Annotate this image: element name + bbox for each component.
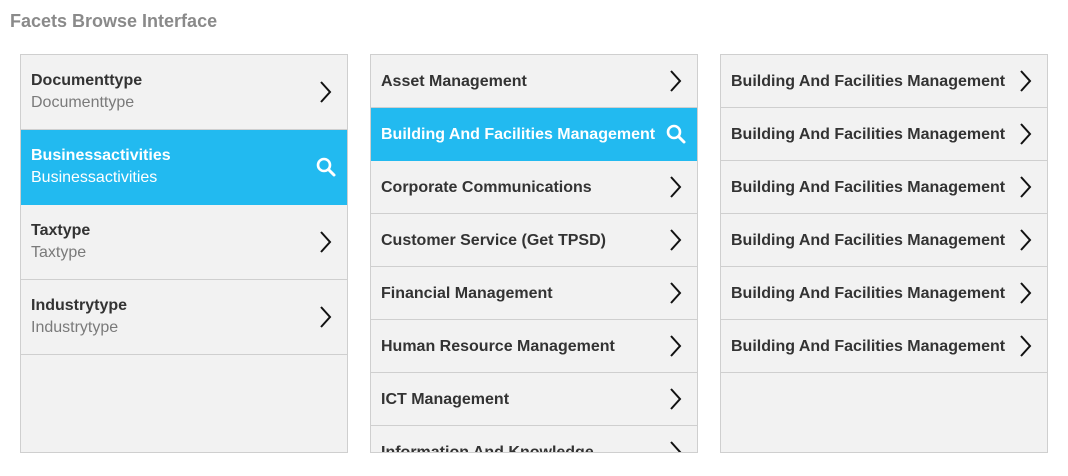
facet-item-financial-management[interactable]: Financial Management — [371, 267, 697, 320]
facet-item-taxtype[interactable]: Taxtype Taxtype — [21, 205, 347, 280]
chevron-right-icon[interactable] — [665, 281, 685, 305]
facet-item-information-knowledge[interactable]: Information And Knowledge — [371, 426, 697, 453]
facet-item-documenttype[interactable]: Documenttype Documenttype — [21, 55, 347, 130]
facet-item-title: Taxtype — [31, 222, 91, 239]
facet-item-title: Human Resource Management — [381, 338, 615, 355]
facet-item-title: Building And Facilities Management — [731, 338, 1006, 355]
chevron-right-icon[interactable] — [1015, 122, 1035, 146]
chevron-right-icon[interactable] — [315, 230, 335, 254]
facet-item-corporate-communications[interactable]: Corporate Communications — [371, 161, 697, 214]
facet-item-title: Building And Facilities Management — [731, 179, 1006, 196]
chevron-right-icon[interactable] — [315, 80, 335, 104]
facet-item-subtitle: Documenttype — [31, 94, 135, 111]
chevron-right-icon[interactable] — [665, 334, 685, 358]
facet-item-building-facilities[interactable]: Building And Facilities Management — [371, 108, 697, 161]
facet-item-title: Asset Management — [381, 73, 527, 90]
chevron-right-icon[interactable] — [665, 440, 685, 452]
facet-item-title: Corporate Communications — [381, 179, 592, 196]
facet-item-title: Customer Service (Get TPSD) — [381, 232, 606, 249]
facet-item-title: Documenttype — [31, 72, 143, 89]
facet-item-building-facilities-3[interactable]: Building And Facilities Management — [721, 161, 1047, 214]
facet-column-2: Asset Management Building And Facilities… — [370, 54, 698, 453]
chevron-right-icon[interactable] — [1015, 69, 1035, 93]
search-icon[interactable] — [665, 123, 687, 145]
chevron-right-icon[interactable] — [1015, 175, 1035, 199]
facet-item-building-facilities-2[interactable]: Building And Facilities Management — [721, 108, 1047, 161]
chevron-right-icon[interactable] — [1015, 228, 1035, 252]
chevron-right-icon[interactable] — [665, 175, 685, 199]
facet-item-title: Building And Facilities Management — [381, 126, 656, 143]
facet-column-1: Documenttype Documenttype Businessactivi… — [20, 54, 348, 453]
facet-item-asset-management[interactable]: Asset Management — [371, 55, 697, 108]
facet-item-building-facilities-6[interactable]: Building And Facilities Management — [721, 320, 1047, 373]
facet-item-title: Information And Knowledge — [381, 444, 594, 453]
facet-item-subtitle: Industrytype — [31, 319, 119, 336]
facet-item-title: Businessactivities — [31, 147, 171, 164]
facet-item-title: Financial Management — [381, 285, 553, 302]
facet-item-ict-management[interactable]: ICT Management — [371, 373, 697, 426]
facet-item-building-facilities-4[interactable]: Building And Facilities Management — [721, 214, 1047, 267]
facet-item-building-facilities-1[interactable]: Building And Facilities Management — [721, 55, 1047, 108]
facet-item-industrytype[interactable]: Industrytype Industrytype — [21, 280, 347, 355]
search-icon[interactable] — [315, 156, 337, 178]
facet-item-customer-service[interactable]: Customer Service (Get TPSD) — [371, 214, 697, 267]
facet-item-subtitle: Businessactivities — [31, 169, 158, 186]
chevron-right-icon[interactable] — [315, 305, 335, 329]
chevron-right-icon[interactable] — [665, 387, 685, 411]
chevron-right-icon[interactable] — [665, 69, 685, 93]
facet-column-3: Building And Facilities Management Build… — [720, 54, 1048, 453]
chevron-right-icon[interactable] — [1015, 334, 1035, 358]
facet-item-building-facilities-5[interactable]: Building And Facilities Management — [721, 267, 1047, 320]
facet-item-title: Building And Facilities Management — [731, 126, 1006, 143]
facet-item-businessactivities[interactable]: Businessactivities Businessactivities — [21, 130, 347, 205]
page-title: Facets Browse Interface — [10, 11, 218, 31]
chevron-right-icon[interactable] — [665, 228, 685, 252]
facet-item-subtitle: Taxtype — [31, 244, 87, 261]
facet-item-title: Building And Facilities Management — [731, 73, 1006, 90]
chevron-right-icon[interactable] — [1015, 281, 1035, 305]
facet-item-title: Industrytype — [31, 297, 128, 314]
facet-item-title: Building And Facilities Management — [731, 285, 1006, 302]
facet-item-title: ICT Management — [381, 391, 510, 408]
facet-item-title: Building And Facilities Management — [731, 232, 1006, 249]
facet-item-human-resource[interactable]: Human Resource Management — [371, 320, 697, 373]
